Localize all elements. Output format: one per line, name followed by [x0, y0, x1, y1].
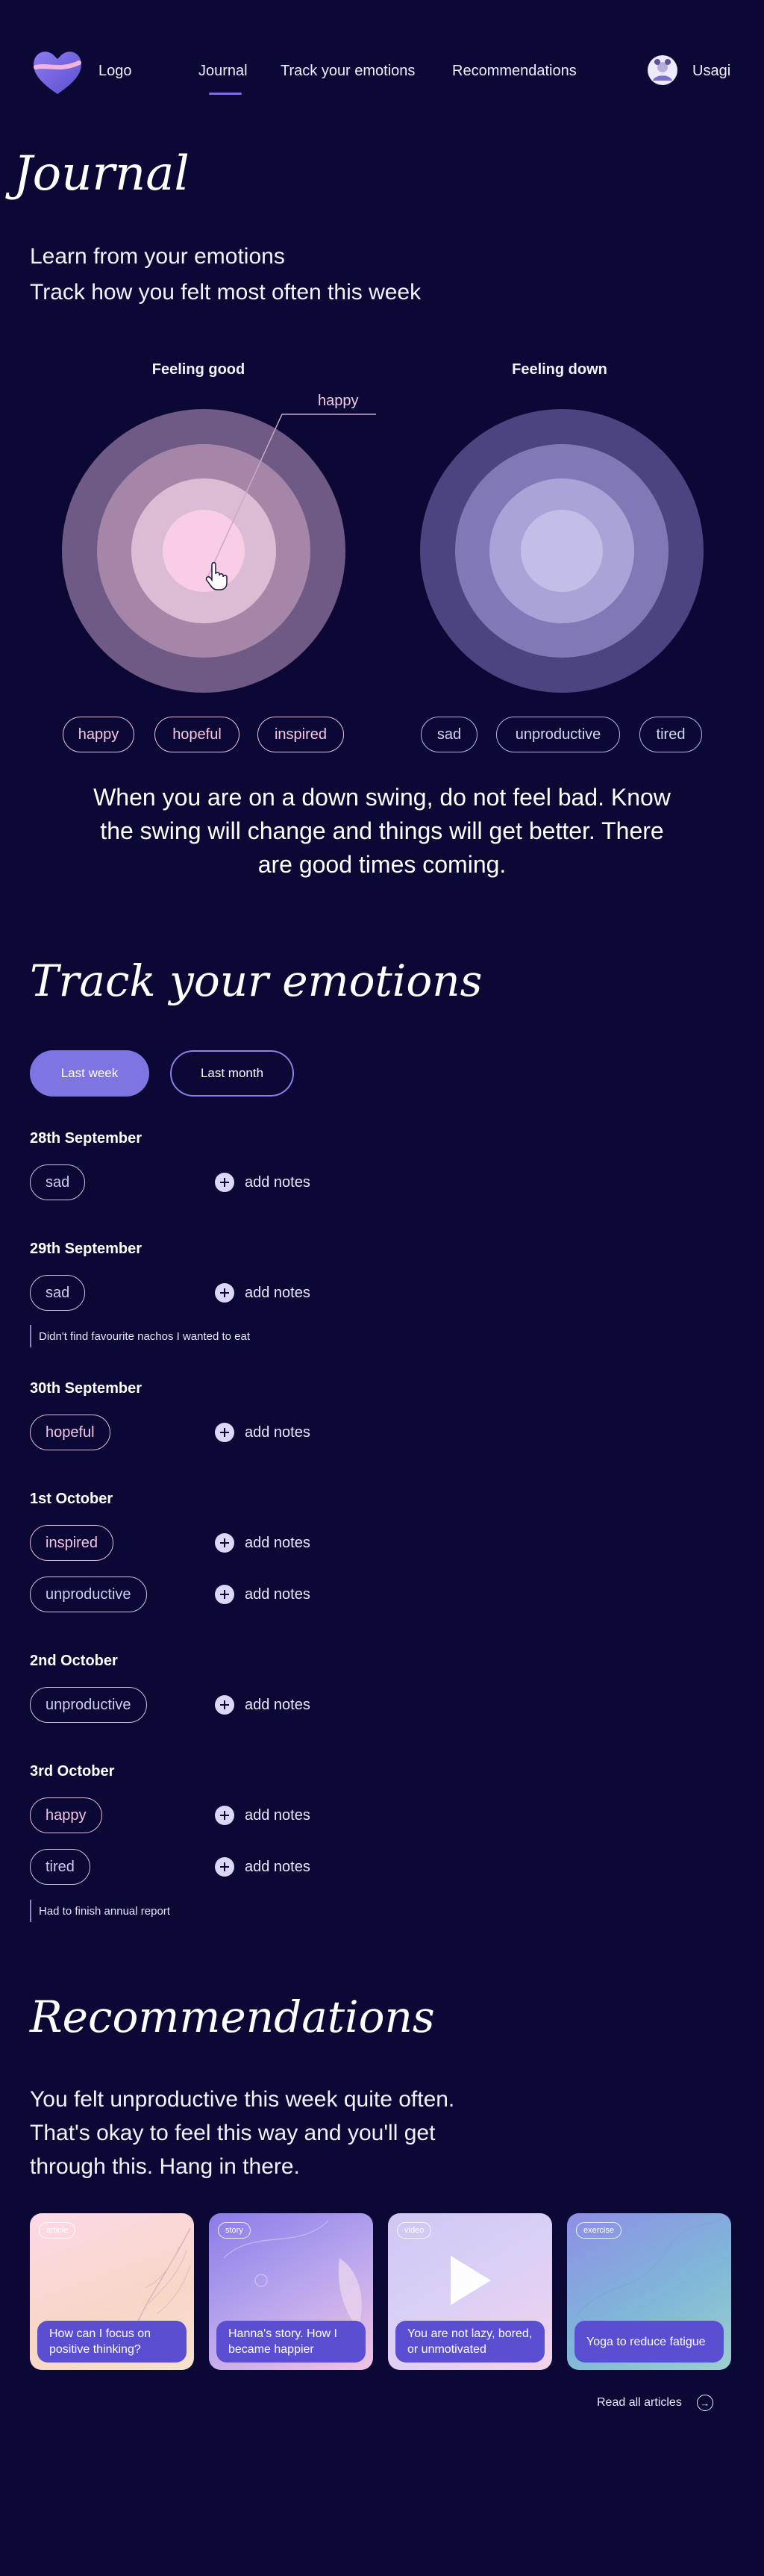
- day-date: 30th September: [30, 1380, 143, 1397]
- day-date: 1st October: [30, 1491, 113, 1507]
- recommendation-card[interactable]: story Hanna's story. How I became happie…: [209, 2213, 373, 2370]
- motivational-quote: When you are on a down swing, do not fee…: [93, 784, 671, 878]
- journal-subtitle-2: Track how you felt most often this week: [30, 280, 422, 305]
- avatar[interactable]: [648, 55, 677, 85]
- card-tag: exercise: [576, 2222, 621, 2239]
- legend-inspired[interactable]: inspired: [257, 717, 344, 752]
- journal-title: Journal: [13, 146, 190, 202]
- day-date: 3rd October: [30, 1763, 115, 1780]
- add-notes-label: add notes: [245, 1806, 310, 1824]
- plus-circle-icon: [215, 1857, 234, 1877]
- emotion-pill[interactable]: sad: [30, 1164, 86, 1200]
- add-notes-label: add notes: [245, 1696, 310, 1713]
- card-caption: Hanna's story. How I became happier: [216, 2321, 366, 2363]
- emotion-pill[interactable]: hopeful: [30, 1415, 110, 1450]
- add-notes-button[interactable]: add notes: [215, 1171, 310, 1194]
- card-caption: How can I focus on positive thinking?: [37, 2321, 187, 2363]
- card-tag: video: [397, 2222, 432, 2239]
- day-date: 2nd October: [30, 1653, 118, 1669]
- day-date: 29th September: [30, 1241, 143, 1257]
- user-name[interactable]: Usagi: [692, 63, 730, 80]
- recommendation-card[interactable]: exercise Yoga to reduce fatigue: [567, 2213, 731, 2370]
- read-all-label: Read all articles: [597, 2396, 682, 2409]
- day-note: Didn't find favourite nachos I wanted to…: [30, 1325, 250, 1347]
- feeling-down-title: Feeling down: [512, 361, 607, 378]
- nav-journal[interactable]: Journal: [198, 63, 248, 80]
- day-date: 28th September: [30, 1130, 143, 1147]
- read-all-articles-link[interactable]: Read all articles →: [597, 2395, 713, 2411]
- plus-circle-icon: [215, 1533, 234, 1553]
- user-avatar-icon: [648, 56, 677, 84]
- day-note: Had to finish annual report: [30, 1900, 170, 1922]
- recommendations-text: You felt unproductive this week quite of…: [30, 2087, 455, 2179]
- recommendations-title: Recommendations: [30, 1992, 435, 2042]
- emotion-pill[interactable]: unproductive: [30, 1687, 147, 1723]
- add-notes-label: add notes: [245, 1585, 310, 1603]
- add-notes-button[interactable]: add notes: [215, 1804, 310, 1827]
- emotion-pill[interactable]: tired: [30, 1849, 90, 1885]
- plus-circle-icon: [215, 1283, 234, 1303]
- down-ring-inner: [521, 510, 603, 592]
- add-notes-button[interactable]: add notes: [215, 1421, 310, 1444]
- card-caption: Yoga to reduce fatigue: [574, 2321, 724, 2363]
- add-notes-button[interactable]: add notes: [215, 1532, 310, 1554]
- add-notes-label: add notes: [245, 1858, 310, 1875]
- legend-sad[interactable]: sad: [421, 717, 478, 752]
- legend-tired[interactable]: tired: [639, 717, 702, 752]
- emotion-pill[interactable]: sad: [30, 1275, 86, 1311]
- logo-heart-icon[interactable]: [30, 48, 85, 96]
- add-notes-button[interactable]: add notes: [215, 1694, 310, 1716]
- card-tag: story: [218, 2222, 251, 2239]
- add-notes-label: add notes: [245, 1173, 310, 1191]
- emotion-pill[interactable]: happy: [30, 1797, 102, 1833]
- add-notes-button[interactable]: add notes: [215, 1583, 310, 1606]
- recommendation-card[interactable]: video You are not lazy, bored, or unmoti…: [388, 2213, 552, 2370]
- track-title: Track your emotions: [30, 955, 483, 1006]
- hand-cursor-icon: [205, 562, 228, 590]
- legend-hopeful[interactable]: hopeful: [154, 717, 239, 752]
- recommendation-card[interactable]: article How can I focus on positive thin…: [30, 2213, 194, 2370]
- journal-subtitle-1: Learn from your emotions: [30, 244, 285, 269]
- card-tag: article: [39, 2222, 76, 2239]
- card-caption: You are not lazy, bored, or unmotivated: [395, 2321, 545, 2363]
- plus-circle-icon: [215, 1695, 234, 1715]
- add-notes-label: add notes: [245, 1284, 310, 1301]
- tab-last-week[interactable]: Last week: [30, 1050, 149, 1097]
- plus-circle-icon: [215, 1173, 234, 1192]
- nav-recommendations[interactable]: Recommendations: [452, 63, 577, 80]
- nav-active-indicator: [209, 93, 242, 95]
- plus-circle-icon: [215, 1585, 234, 1604]
- logo-text[interactable]: Logo: [98, 63, 132, 80]
- play-icon: [451, 2256, 491, 2305]
- legend-happy[interactable]: happy: [63, 717, 134, 752]
- feather-icon: [134, 2227, 191, 2330]
- add-notes-button[interactable]: add notes: [215, 1856, 310, 1878]
- arrow-right-icon: →: [696, 2395, 713, 2411]
- nav-track-emotions[interactable]: Track your emotions: [281, 63, 415, 80]
- plus-circle-icon: [215, 1423, 234, 1442]
- emotion-pill[interactable]: inspired: [30, 1525, 114, 1561]
- add-notes-button[interactable]: add notes: [215, 1282, 310, 1304]
- feeling-good-title: Feeling good: [151, 361, 245, 378]
- feeling-down-chart[interactable]: [418, 407, 706, 695]
- legend-unproductive[interactable]: unproductive: [496, 717, 620, 752]
- emotion-pill[interactable]: unproductive: [30, 1577, 147, 1612]
- tab-last-month[interactable]: Last month: [170, 1050, 294, 1097]
- add-notes-label: add notes: [245, 1534, 310, 1551]
- add-notes-label: add notes: [245, 1423, 310, 1441]
- chart-tooltip-label: happy: [318, 393, 359, 409]
- plus-circle-icon: [215, 1806, 234, 1825]
